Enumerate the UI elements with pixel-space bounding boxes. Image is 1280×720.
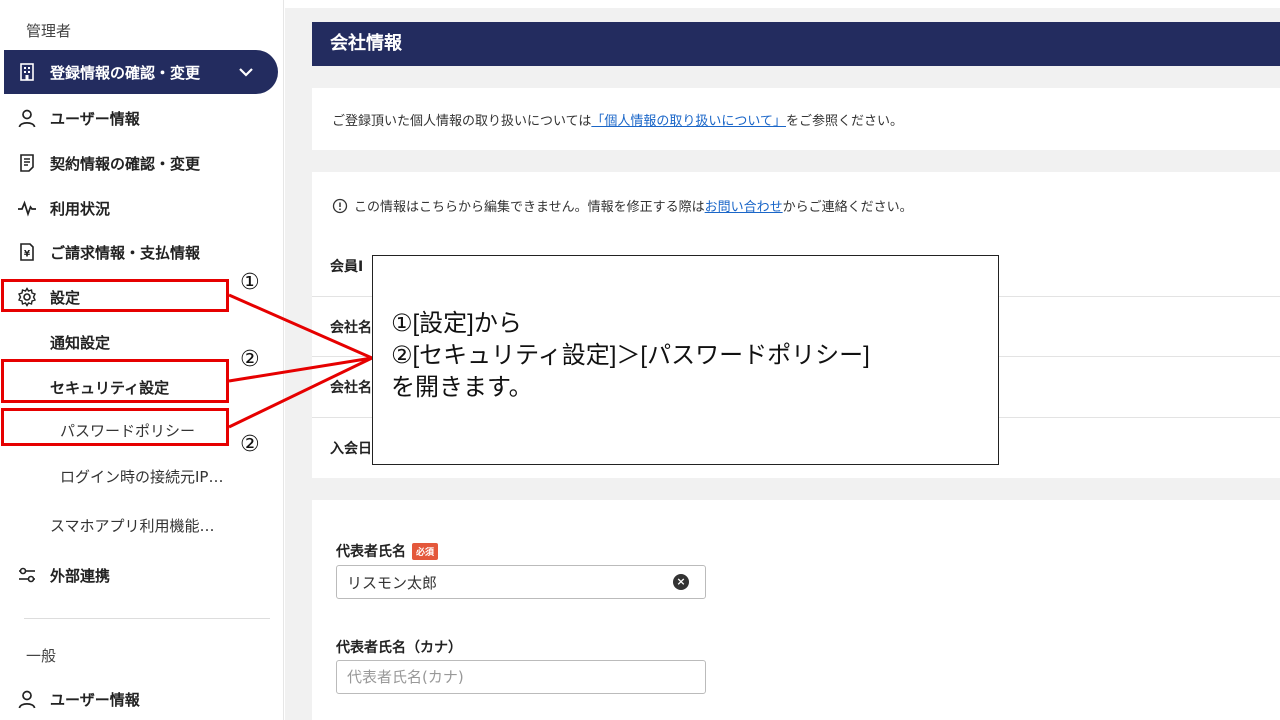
required-badge: 必須	[412, 542, 439, 560]
sidebar-sub-smartphone[interactable]: スマホアプリ利用機能…	[50, 515, 215, 536]
sidebar-sub-notification[interactable]: 通知設定	[50, 332, 110, 353]
rep-kana-label-text: 代表者氏名（カナ）	[336, 640, 462, 656]
step-marker-2: ②	[240, 347, 260, 372]
representative-form-card: 代表者氏名 必須 × 代表者氏名（カナ）	[312, 500, 1280, 720]
step-marker-2b: ②	[240, 432, 260, 457]
highlight-password-policy	[1, 408, 229, 446]
chevron-down-icon[interactable]	[236, 62, 256, 82]
callout-line-2: ②[セキュリティ設定]＞[パスワードポリシー]	[391, 342, 870, 369]
section-label-general: 一般	[26, 647, 57, 665]
sidebar-sub-login-ip[interactable]: ログイン時の接続元IP…	[60, 466, 223, 487]
rep-name-label-text: 代表者氏名	[336, 544, 406, 560]
sidebar-item-label: 契約情報の確認・変更	[50, 154, 201, 173]
privacy-card: ご登録頂いた個人情報の取り扱いについては「個人情報の取り扱いについて」をご参照く…	[312, 88, 1280, 150]
contact-link[interactable]: お問い合わせ	[705, 196, 783, 215]
sidebar-item-registration[interactable]: 登録情報の確認・変更	[4, 50, 278, 94]
svg-text:¥: ¥	[24, 250, 31, 260]
edit-notice: この情報はこちらから編集できません。情報を修正する際は お問い合わせ からご連絡くだ…	[332, 196, 913, 215]
edit-notice-text-end: からご連絡ください。	[782, 200, 913, 215]
sidebar-item-label: 外部連携	[50, 566, 111, 585]
user-icon	[16, 688, 38, 710]
step-marker-1: ①	[240, 270, 260, 295]
invoice-icon: ¥	[16, 241, 38, 263]
activity-icon	[16, 197, 38, 219]
privacy-notice-text-end: をご参照ください。	[785, 114, 903, 129]
instruction-callout: ①[設定]から ②[セキュリティ設定]＞[パスワードポリシー] を開きます。	[372, 255, 999, 465]
section-label-admin: 管理者	[26, 22, 72, 40]
row-label: 入会日	[330, 441, 372, 457]
link-settings-icon	[16, 564, 38, 586]
sidebar-item-user-info[interactable]: ユーザー情報	[4, 96, 278, 140]
sidebar-item-label: 利用状況	[50, 199, 111, 218]
sidebar-item-label: ユーザー情報	[50, 690, 140, 709]
sidebar-item-usage[interactable]: 利用状況	[4, 186, 278, 230]
highlight-settings	[1, 279, 229, 312]
rep-kana-label: 代表者氏名（カナ）	[336, 637, 462, 657]
sidebar-item-label: 登録情報の確認・変更	[50, 63, 201, 82]
document-icon	[16, 152, 38, 174]
sidebar-item-contract[interactable]: 契約情報の確認・変更	[4, 141, 278, 185]
building-icon	[16, 61, 38, 83]
rep-kana-input[interactable]	[336, 660, 706, 694]
info-icon	[332, 198, 348, 213]
sidebar-item-external[interactable]: 外部連携	[4, 553, 278, 597]
user-icon	[16, 107, 38, 129]
row-label: 会員I	[330, 259, 364, 275]
row-label: 会社名	[330, 380, 372, 396]
sidebar-divider	[24, 618, 270, 619]
row-label: 会社名	[330, 320, 372, 336]
sidebar-item-label: ご請求情報・支払情報	[50, 243, 201, 262]
sidebar-item-label: ユーザー情報	[50, 109, 140, 128]
sidebar-item-user-info-general[interactable]: ユーザー情報	[4, 677, 278, 720]
highlight-security	[1, 359, 229, 403]
privacy-notice-text: ご登録頂いた個人情報の取り扱いについては	[332, 114, 592, 129]
top-strip	[285, 0, 1280, 8]
rep-name-label: 代表者氏名 必須	[336, 541, 439, 561]
callout-line-1: ①[設定]から	[391, 310, 522, 337]
page-title: 会社情報	[312, 22, 1280, 66]
edit-notice-text: この情報はこちらから編集できません。情報を修正する際は	[354, 200, 705, 215]
privacy-notice: ご登録頂いた個人情報の取り扱いについては「個人情報の取り扱いについて」をご参照く…	[332, 110, 903, 129]
sidebar-item-billing[interactable]: ¥ ご請求情報・支払情報	[4, 230, 278, 274]
privacy-policy-link[interactable]: 「個人情報の取り扱いについて」	[591, 114, 786, 129]
rep-name-input[interactable]	[336, 565, 706, 599]
clear-icon[interactable]: ×	[673, 574, 689, 590]
callout-line-3: を開きます。	[391, 374, 533, 401]
